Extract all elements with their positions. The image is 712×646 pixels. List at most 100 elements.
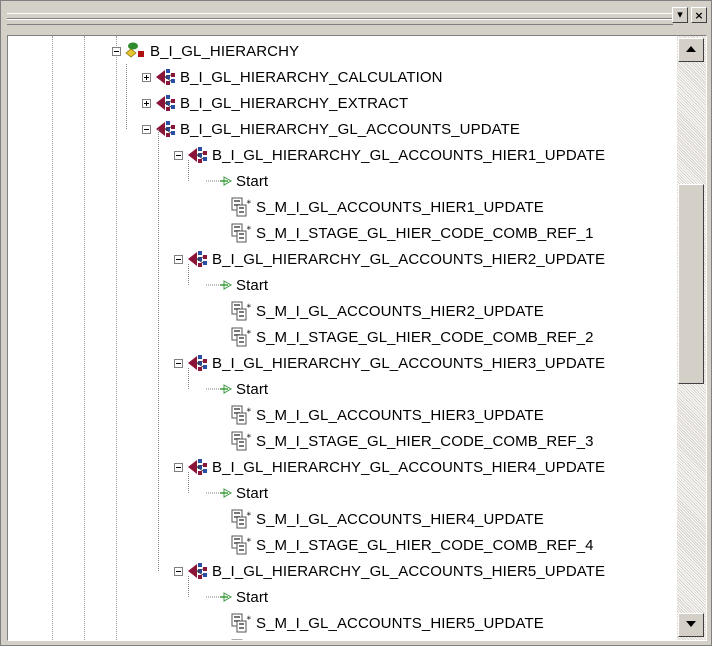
collapse-toggle-icon[interactable] [142,124,151,134]
tree-node-label: Start [236,380,269,398]
worklet-icon [188,355,207,371]
tree-node-session[interactable]: ∗ S_M_I_STAGE_GL_HIER_CODE_COMB_REF_4 [230,532,594,558]
tree-node-label: B_I_GL_HIERARCHY_GL_ACCOUNTS_HIER4_UPDAT… [212,458,606,476]
tree-branch-line [188,264,189,285]
session-icon: ∗ [231,327,252,347]
tree-node-label: Start [236,588,269,606]
workflow-root-icon [125,42,144,58]
tree-node-worklet[interactable]: B_I_GL_HIERARCHY_EXTRACT [142,90,408,116]
start-arrow-icon [206,280,232,290]
tree-node-session[interactable]: ∗ S_M_I_GL_ACCOUNTS_HIER5_UPDATE [230,610,544,636]
tree-node-worklet[interactable]: B_I_GL_HIERARCHY_GL_ACCOUNTS_HIER5_UPDAT… [174,558,605,584]
up-arrow-icon [686,46,696,52]
chevron-down-icon: ▾ [677,8,683,21]
tree-node-label: Start [236,172,269,190]
minimize-button[interactable]: ▾ [672,7,688,23]
close-button[interactable]: × [691,7,707,23]
tree-node-worklet[interactable]: B_I_GL_HIERARCHY_CALCULATION [142,64,443,90]
tree-branch-line [188,576,189,597]
tree-node-label: S_M_I_GL_ACCOUNTS_HIER3_UPDATE [256,406,544,424]
collapse-toggle-icon[interactable] [174,358,183,368]
worklet-icon [156,69,175,85]
tree-node-session[interactable]: ∗ S_M_I_STAGE_GL_HIER_CODE_COMB_REF_2 [230,324,594,350]
tree-node-label: Start [236,276,269,294]
navigator-tree: B_I_GL_HIERARCHY B_I_GL_HIERARCHY_CALCUL… [8,36,677,640]
tree-node-label: B_I_GL_HIERARCHY_CALCULATION [180,68,443,86]
tree-node-label: B_I_GL_HIERARCHY_GL_ACCOUNTS_UPDATE [180,120,520,138]
tree-node-session[interactable]: ∗ S_M_I_STAGE_GL_HIER_CODE_COMB_REF_1 [230,220,594,246]
tree-branch-line [188,472,189,493]
scroll-thumb[interactable] [678,184,704,384]
collapse-toggle-icon[interactable] [174,462,183,472]
expand-toggle-icon[interactable] [142,72,151,82]
tree-node-label: B_I_GL_HIERARCHY_GL_ACCOUNTS_HIER3_UPDAT… [212,354,606,372]
tree-node-worklet[interactable]: B_I_GL_HIERARCHY_GL_ACCOUNTS_UPDATE [142,116,520,142]
tree-pane: B_I_GL_HIERARCHY B_I_GL_HIERARCHY_CALCUL… [7,35,707,641]
worklet-icon [188,147,207,163]
tree-node-session[interactable]: ∗ S_M_I_GL_ACCOUNTS_HIER1_UPDATE [230,194,544,220]
tree-node-worklet[interactable]: B_I_GL_HIERARCHY_GL_ACCOUNTS_HIER3_UPDAT… [174,350,605,376]
svg-text:∗: ∗ [246,614,252,622]
collapse-toggle-icon[interactable] [112,46,121,56]
svg-text:∗: ∗ [246,432,252,440]
tree-node-session[interactable]: ∗ S_M_I_GL_ACCOUNTS_HIER4_UPDATE [230,506,544,532]
tree-node-session[interactable]: ∗ S_M_I_GL_ACCOUNTS_HIER3_UPDATE [230,402,544,428]
tree-node-root[interactable]: B_I_GL_HIERARCHY [112,38,299,64]
tree-guide-line [116,36,117,640]
collapse-toggle-icon[interactable] [174,150,183,160]
session-icon: ∗ [231,301,252,321]
tree-node-session[interactable]: ∗ S_M_I_STAGE_GL_HIER_CODE_COMB_REF_3 [230,428,594,454]
tree-node-session[interactable]: ∗S_M_I_STAGE_GL_HIER_CODE_COMB_REF_5 [230,636,594,640]
session-icon: ∗ [231,535,252,555]
workflow-tree-window: ▾ × B_I_GL_HIERARCHY B_I_GL_HIERARCHY_CA… [0,0,712,646]
tree-node-label: S_M_I_STAGE_GL_HIER_CODE_COMB_REF_2 [256,328,594,346]
tree-node-worklet[interactable]: B_I_GL_HIERARCHY_GL_ACCOUNTS_HIER1_UPDAT… [174,142,605,168]
tree-node-start[interactable]: Start [206,480,268,506]
tree-node-start[interactable]: Start [206,168,268,194]
session-icon: ∗ [231,639,243,640]
start-arrow-icon [206,592,232,602]
scroll-down-button[interactable] [678,613,704,637]
session-icon: ∗ [231,509,252,529]
tree-node-worklet[interactable]: B_I_GL_HIERARCHY_GL_ACCOUNTS_HIER4_UPDAT… [174,454,605,480]
start-arrow-icon [206,384,232,394]
close-icon: × [694,8,704,22]
start-arrow-icon [206,488,232,498]
tree-node-start[interactable]: Start [206,272,268,298]
drag-grip[interactable] [7,13,673,25]
tree-branch-line [188,368,189,389]
session-icon: ∗ [231,405,252,425]
vertical-scrollbar[interactable] [677,36,706,640]
tree-branch-line [126,64,127,129]
session-icon: ∗ [231,197,252,217]
svg-text:∗: ∗ [246,224,252,232]
tree-node-label: S_M_I_GL_ACCOUNTS_HIER5_UPDATE [256,614,544,632]
tree-node-start[interactable]: Start [206,376,268,402]
tree-node-label: B_I_GL_HIERARCHY_GL_ACCOUNTS_HIER5_UPDAT… [212,562,606,580]
tree-node-label: B_I_GL_HIERARCHY_GL_ACCOUNTS_HIER1_UPDAT… [212,146,606,164]
tree-node-start[interactable]: Start [206,584,268,610]
collapse-toggle-icon[interactable] [174,254,183,264]
tree-node-label: S_M_I_GL_ACCOUNTS_HIER1_UPDATE [256,198,544,216]
worklet-icon [188,563,207,579]
svg-text:∗: ∗ [246,302,252,310]
tree-node-label: S_M_I_STAGE_GL_HIER_CODE_COMB_REF_1 [256,224,594,242]
tree-node-label: S_M_I_GL_ACCOUNTS_HIER4_UPDATE [256,510,544,528]
tree-node-label: B_I_GL_HIERARCHY_GL_ACCOUNTS_HIER2_UPDAT… [212,250,606,268]
collapse-toggle-icon[interactable] [174,566,183,576]
worklet-icon [188,251,207,267]
tree-node-label: S_M_I_STAGE_GL_HIER_CODE_COMB_REF_4 [256,536,594,554]
tree-node-label: Start [236,484,269,502]
tree-branch-line [188,160,189,181]
tree-node-session[interactable]: ∗ S_M_I_GL_ACCOUNTS_HIER2_UPDATE [230,298,544,324]
svg-text:∗: ∗ [246,328,252,336]
tree-node-worklet[interactable]: B_I_GL_HIERARCHY_GL_ACCOUNTS_HIER2_UPDAT… [174,246,605,272]
expand-toggle-icon[interactable] [142,98,151,108]
session-icon: ∗ [231,223,252,243]
scroll-up-button[interactable] [678,38,704,62]
session-icon: ∗ [231,613,252,633]
svg-text:∗: ∗ [246,198,252,206]
pane-title-bar: ▾ × [5,5,709,35]
svg-text:∗: ∗ [246,510,252,518]
tree-node-label: S_M_I_STAGE_GL_HIER_CODE_COMB_REF_3 [256,432,594,450]
